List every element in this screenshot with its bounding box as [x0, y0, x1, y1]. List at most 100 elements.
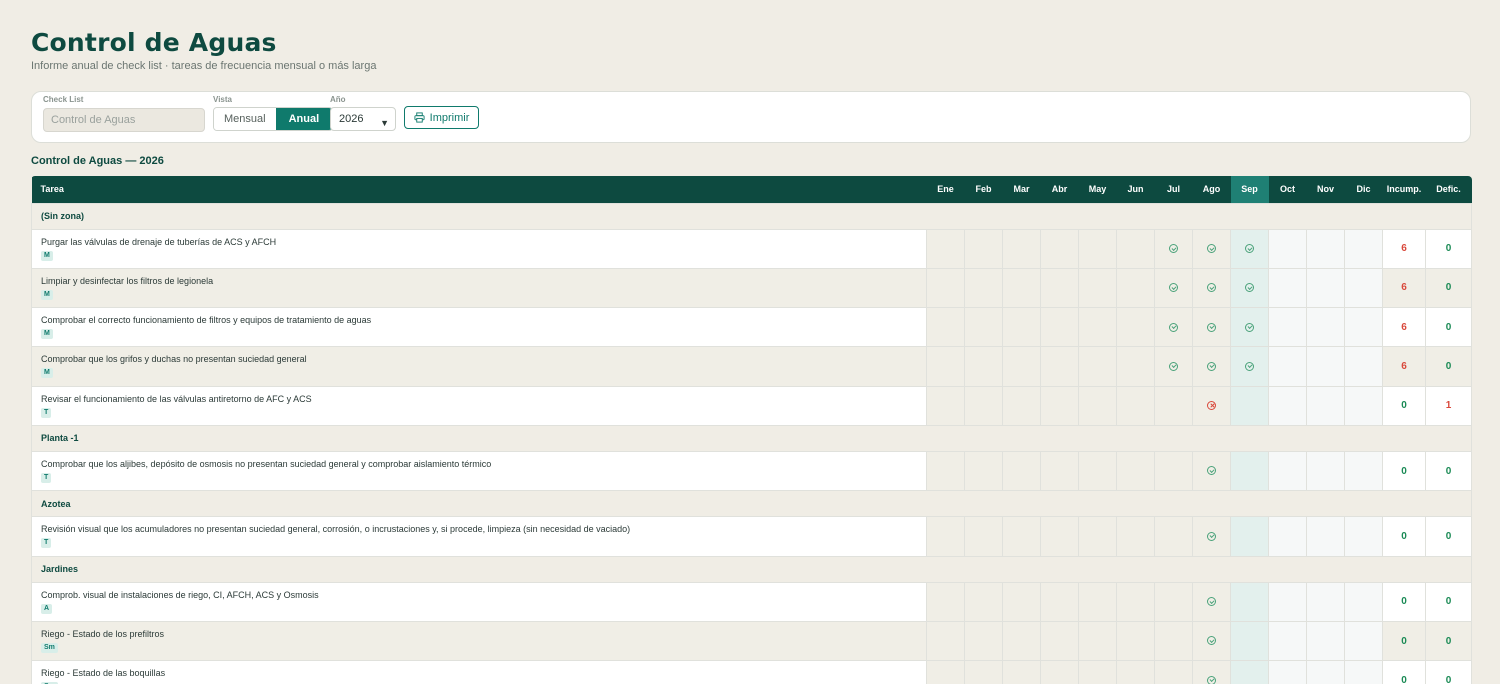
- month-cell[interactable]: [1230, 385, 1269, 426]
- month-cell[interactable]: [1002, 267, 1041, 309]
- month-cell[interactable]: [1002, 581, 1041, 622]
- month-cell[interactable]: [1192, 307, 1231, 348]
- month-cell[interactable]: [964, 228, 1003, 269]
- table-row[interactable]: Comprob. visual de instalaciones de rieg…: [31, 581, 1472, 622]
- month-cell[interactable]: [926, 620, 965, 662]
- month-cell[interactable]: [1344, 516, 1383, 557]
- table-row[interactable]: Comprobar que los aljibes, depósito de o…: [31, 450, 1472, 492]
- month-cell[interactable]: [926, 346, 965, 387]
- month-cell[interactable]: [1040, 660, 1079, 684]
- month-cell[interactable]: [1040, 581, 1079, 622]
- month-cell[interactable]: [926, 516, 965, 557]
- month-cell[interactable]: [1116, 267, 1155, 309]
- month-cell[interactable]: [1230, 307, 1269, 348]
- month-cell[interactable]: [1002, 450, 1041, 492]
- month-cell[interactable]: [1002, 307, 1041, 348]
- month-cell[interactable]: [1230, 516, 1269, 557]
- month-cell[interactable]: [1040, 307, 1079, 348]
- month-cell[interactable]: [926, 450, 965, 492]
- month-cell[interactable]: [1230, 581, 1269, 622]
- month-cell[interactable]: [1078, 581, 1117, 622]
- month-cell[interactable]: [1192, 267, 1231, 309]
- print-button[interactable]: Imprimir: [404, 106, 479, 129]
- month-cell[interactable]: [964, 385, 1003, 426]
- month-cell[interactable]: [1002, 516, 1041, 557]
- table-row[interactable]: Riego - Estado de las boquillasSm 00: [31, 660, 1472, 684]
- month-cell[interactable]: [1154, 346, 1193, 387]
- month-cell[interactable]: [1078, 307, 1117, 348]
- month-cell[interactable]: [1306, 228, 1345, 269]
- month-cell[interactable]: [1192, 516, 1231, 557]
- month-cell[interactable]: [1268, 516, 1307, 557]
- month-cell[interactable]: [1040, 620, 1079, 662]
- month-cell[interactable]: [1192, 385, 1231, 426]
- month-cell[interactable]: [1040, 228, 1079, 269]
- view-mensual-button[interactable]: Mensual: [214, 108, 276, 130]
- month-cell[interactable]: [1154, 385, 1193, 426]
- month-cell[interactable]: [1154, 581, 1193, 622]
- month-cell[interactable]: [1306, 346, 1345, 387]
- month-cell[interactable]: [1306, 267, 1345, 309]
- table-row[interactable]: Comprobar el correcto funcionamiento de …: [31, 307, 1472, 348]
- month-cell[interactable]: [1116, 516, 1155, 557]
- month-cell[interactable]: [1230, 660, 1269, 684]
- month-cell[interactable]: [1040, 385, 1079, 426]
- month-cell[interactable]: [1344, 307, 1383, 348]
- view-anual-button[interactable]: Anual: [275, 108, 333, 130]
- month-cell[interactable]: [1268, 385, 1307, 426]
- year-select[interactable]: 2026 ▼: [330, 107, 396, 131]
- month-cell[interactable]: [1230, 346, 1269, 387]
- month-cell[interactable]: [964, 660, 1003, 684]
- month-cell[interactable]: [1344, 267, 1383, 309]
- month-cell[interactable]: [1154, 516, 1193, 557]
- month-cell[interactable]: [1344, 450, 1383, 492]
- month-cell[interactable]: [1306, 516, 1345, 557]
- month-cell[interactable]: [1306, 620, 1345, 662]
- table-row[interactable]: Comprobar que los grifos y duchas no pre…: [31, 346, 1472, 387]
- month-cell[interactable]: [1344, 385, 1383, 426]
- month-cell[interactable]: [1078, 228, 1117, 269]
- month-cell[interactable]: [1306, 385, 1345, 426]
- month-cell[interactable]: [964, 581, 1003, 622]
- month-cell[interactable]: [1154, 228, 1193, 269]
- month-cell[interactable]: [1116, 385, 1155, 426]
- month-cell[interactable]: [1116, 581, 1155, 622]
- month-cell[interactable]: [926, 660, 965, 684]
- month-cell[interactable]: [1268, 450, 1307, 492]
- month-cell[interactable]: [964, 620, 1003, 662]
- month-cell[interactable]: [1002, 385, 1041, 426]
- month-cell[interactable]: [1268, 660, 1307, 684]
- month-cell[interactable]: [1116, 620, 1155, 662]
- month-cell[interactable]: [926, 385, 965, 426]
- month-cell[interactable]: [1002, 346, 1041, 387]
- month-cell[interactable]: [1116, 660, 1155, 684]
- month-cell[interactable]: [1192, 450, 1231, 492]
- month-cell[interactable]: [1040, 346, 1079, 387]
- month-cell[interactable]: [1154, 307, 1193, 348]
- month-cell[interactable]: [1344, 660, 1383, 684]
- month-cell[interactable]: [1192, 660, 1231, 684]
- month-cell[interactable]: [1078, 660, 1117, 684]
- month-cell[interactable]: [1306, 660, 1345, 684]
- month-cell[interactable]: [1268, 228, 1307, 269]
- month-cell[interactable]: [1230, 267, 1269, 309]
- month-cell[interactable]: [1002, 660, 1041, 684]
- month-cell[interactable]: [1230, 620, 1269, 662]
- month-cell[interactable]: [1344, 228, 1383, 269]
- month-cell[interactable]: [1154, 660, 1193, 684]
- table-row[interactable]: Limpiar y desinfectar los filtros de leg…: [31, 267, 1472, 309]
- table-row[interactable]: Riego - Estado de los prefiltros Sm 0 0: [31, 620, 1472, 662]
- month-cell[interactable]: [1116, 346, 1155, 387]
- month-cell[interactable]: [964, 267, 1003, 309]
- month-cell[interactable]: [1078, 620, 1117, 662]
- month-cell[interactable]: [1268, 581, 1307, 622]
- month-cell[interactable]: [1078, 516, 1117, 557]
- table-row[interactable]: Revisar el funcionamiento de las válvula…: [31, 385, 1472, 426]
- month-cell[interactable]: [1230, 228, 1269, 269]
- month-cell[interactable]: [1344, 620, 1383, 662]
- month-cell[interactable]: [1306, 581, 1345, 622]
- checklist-input[interactable]: [43, 108, 205, 132]
- month-cell[interactable]: [926, 307, 965, 348]
- month-cell[interactable]: [1268, 267, 1307, 309]
- month-cell[interactable]: [1116, 307, 1155, 348]
